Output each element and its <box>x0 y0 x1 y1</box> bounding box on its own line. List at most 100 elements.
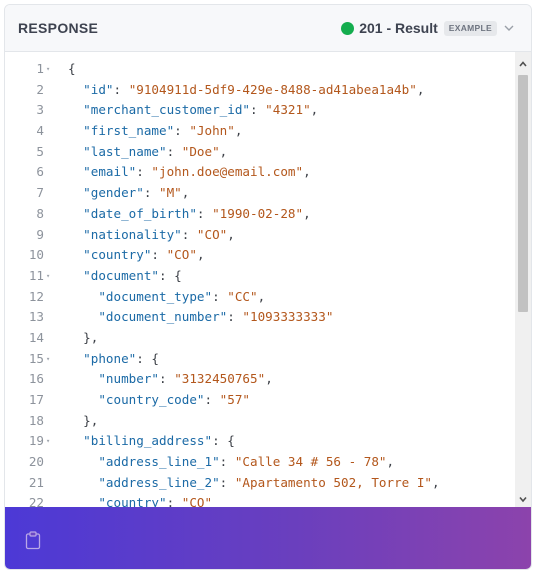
code-viewer[interactable]: 1 ▾{2 "id": "9104911d-5df9-429e-8488-ad41… <box>5 52 515 507</box>
json-punct <box>68 185 83 200</box>
line-content: "last_name": "Doe", <box>68 142 227 163</box>
json-punct: , <box>196 247 205 263</box>
json-string: "CO" <box>181 495 213 507</box>
clipboard-icon[interactable] <box>25 531 41 550</box>
json-key: "document_number" <box>98 309 228 325</box>
json-string: "57" <box>219 392 251 407</box>
fold-toggle-icon[interactable]: ▾ <box>46 349 50 370</box>
json-punct: : <box>249 102 266 118</box>
json-punct: : <box>227 309 243 325</box>
json-string: "john.doe@email.com" <box>151 164 304 180</box>
json-punct <box>68 433 83 448</box>
json-punct <box>68 495 98 507</box>
json-key: "date_of_birth" <box>83 205 197 221</box>
json-string: "1990-02-28" <box>212 205 304 221</box>
json-punct: , <box>227 226 235 242</box>
json-string: "CO" <box>196 226 228 242</box>
code-line: 12 "document_type": "CC", <box>5 287 515 308</box>
json-punct: , <box>181 185 190 201</box>
code-line: 14 }, <box>5 328 515 349</box>
json-punct: }, <box>68 412 99 428</box>
code-line: 13 "document_number": "1093333333" <box>5 307 515 328</box>
code-line: 11 ▾ "document": { <box>5 266 515 287</box>
code-line: 17 "country_code": "57" <box>5 390 515 411</box>
json-punct: , <box>219 143 228 159</box>
json-key: "id" <box>83 81 114 97</box>
json-key: "merchant_customer_id" <box>83 102 250 118</box>
json-punct: : <box>136 164 152 180</box>
code-line: 18 }, <box>5 411 515 432</box>
code-line: 3 "merchant_customer_id": "4321", <box>5 100 515 121</box>
line-number: 8 <box>36 205 44 221</box>
json-key: "document_type" <box>98 288 213 304</box>
json-key: "gender" <box>83 185 144 201</box>
response-panel: RESPONSE 201 - Result EXAMPLE 1 ▾{2 "id":… <box>4 4 532 570</box>
line-number: 18 <box>28 412 44 428</box>
line-content: "address_line_2": "Apartamento 502, Torr… <box>68 473 439 494</box>
line-number: 10 <box>28 247 44 263</box>
json-punct: : { <box>159 267 182 283</box>
code-line: 21 "address_line_2": "Apartamento 502, T… <box>5 473 515 494</box>
line-number: 4 <box>36 123 44 139</box>
json-punct: : <box>204 392 220 407</box>
fold-toggle-icon[interactable]: ▾ <box>46 266 50 287</box>
json-punct <box>68 475 98 490</box>
json-punct: : <box>219 454 235 470</box>
json-punct: : <box>181 226 197 242</box>
json-string: "CO" <box>166 247 197 263</box>
json-punct <box>68 102 83 117</box>
json-punct <box>68 206 83 221</box>
json-string: "9104911d-5df9-429e-8488-ad41abea1a4b" <box>128 81 417 97</box>
response-header: RESPONSE 201 - Result EXAMPLE <box>5 5 531 52</box>
code-line: 6 "email": "john.doe@email.com", <box>5 162 515 183</box>
line-content: "id": "9104911d-5df9-429e-8488-ad41abea1… <box>68 80 424 101</box>
json-punct: , <box>310 102 319 118</box>
json-string: "3132450765" <box>174 371 266 387</box>
json-punct <box>68 289 98 304</box>
json-key: "billing_address" <box>83 433 213 449</box>
json-string: "M" <box>159 185 182 201</box>
vertical-scrollbar[interactable] <box>515 52 531 507</box>
json-key: "address_line_2" <box>98 474 220 490</box>
arrow-up-icon[interactable] <box>517 58 529 70</box>
line-content: "first_name": "John", <box>68 121 242 142</box>
line-content: }, <box>68 411 98 432</box>
line-number: 15 <box>28 350 44 366</box>
line-content: "document": { <box>68 266 182 287</box>
scrollbar-thumb[interactable] <box>518 75 528 312</box>
json-punct: : <box>174 123 190 139</box>
arrow-down-icon[interactable] <box>517 493 529 505</box>
fold-toggle-icon[interactable]: ▾ <box>46 431 50 452</box>
line-content: "country_code": "57" <box>68 390 250 411</box>
json-string: "John" <box>189 123 235 139</box>
status-selector[interactable]: 201 - Result EXAMPLE <box>341 19 515 37</box>
json-punct: , <box>386 454 395 470</box>
fold-toggle-icon[interactable]: ▾ <box>46 59 50 80</box>
code-line: 22 "country": "CO" <box>5 493 515 507</box>
line-number: 2 <box>36 81 44 97</box>
code-line: 19 ▾ "billing_address": { <box>5 431 515 452</box>
line-number: 13 <box>28 309 44 325</box>
json-string: "CC" <box>227 288 258 304</box>
chevron-down-icon[interactable] <box>503 22 515 34</box>
json-string: "Apartamento 502, Torre I" <box>234 474 432 490</box>
json-punct <box>68 351 83 366</box>
json-key: "country" <box>83 247 152 263</box>
json-punct <box>68 164 83 179</box>
line-number: 6 <box>36 164 44 180</box>
example-badge: EXAMPLE <box>443 20 497 36</box>
json-punct: : <box>166 495 182 507</box>
line-content: "nationality": "CO", <box>68 225 235 246</box>
code-line: 5 "last_name": "Doe", <box>5 142 515 163</box>
json-punct: : { <box>212 433 235 449</box>
line-content: "email": "john.doe@email.com", <box>68 162 311 183</box>
json-key: "phone" <box>83 350 137 366</box>
status-label: 201 - Result <box>359 20 438 36</box>
json-key: "document" <box>83 267 159 283</box>
response-title: RESPONSE <box>18 20 99 36</box>
json-punct: : <box>212 288 228 304</box>
status-dot-icon <box>341 21 355 35</box>
line-content: "country": "CO", <box>68 245 205 266</box>
json-punct: , <box>303 164 311 180</box>
json-key: "nationality" <box>83 226 182 242</box>
